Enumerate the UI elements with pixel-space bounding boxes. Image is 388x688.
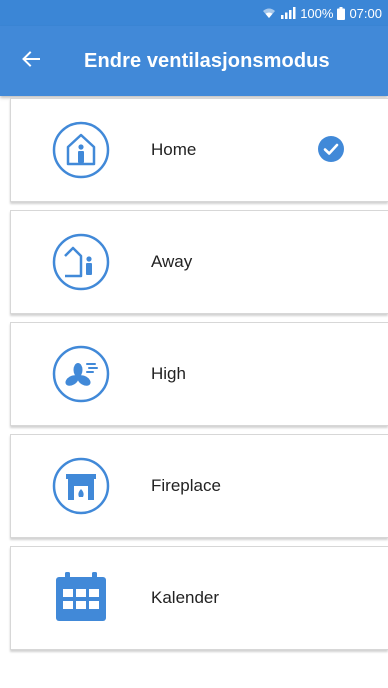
mode-item-fireplace[interactable]: Fireplace: [10, 434, 388, 538]
arrow-left-icon: [22, 50, 40, 72]
status-bar: 100% 07:00: [0, 0, 388, 26]
mode-label: High: [151, 364, 186, 383]
signal-icon: [280, 7, 296, 19]
battery-percent: 100%: [300, 5, 334, 21]
back-button[interactable]: [0, 26, 62, 96]
mode-label: Away: [151, 252, 193, 271]
mode-item-away[interactable]: Away: [10, 210, 388, 314]
mode-item-kalender[interactable]: Kalender: [10, 546, 388, 650]
wifi-icon: [262, 7, 276, 19]
home-icon: [51, 120, 111, 180]
mode-label: Kalender: [151, 588, 220, 607]
mode-item-high[interactable]: High: [10, 322, 388, 426]
mode-label: Fireplace: [151, 476, 221, 495]
page-title: Endre ventilasjonsmodus: [84, 49, 330, 72]
calendar-icon: [51, 568, 111, 628]
battery-icon: [337, 6, 346, 20]
fan-icon: [51, 344, 111, 404]
fireplace-icon: [51, 456, 111, 516]
away-icon: [51, 232, 111, 292]
app-bar: Endre ventilasjonsmodus: [0, 26, 388, 96]
mode-item-home[interactable]: Home: [10, 98, 388, 202]
status-time: 07:00: [349, 5, 382, 21]
check-icon: [317, 135, 345, 163]
mode-label: Home: [151, 140, 197, 159]
